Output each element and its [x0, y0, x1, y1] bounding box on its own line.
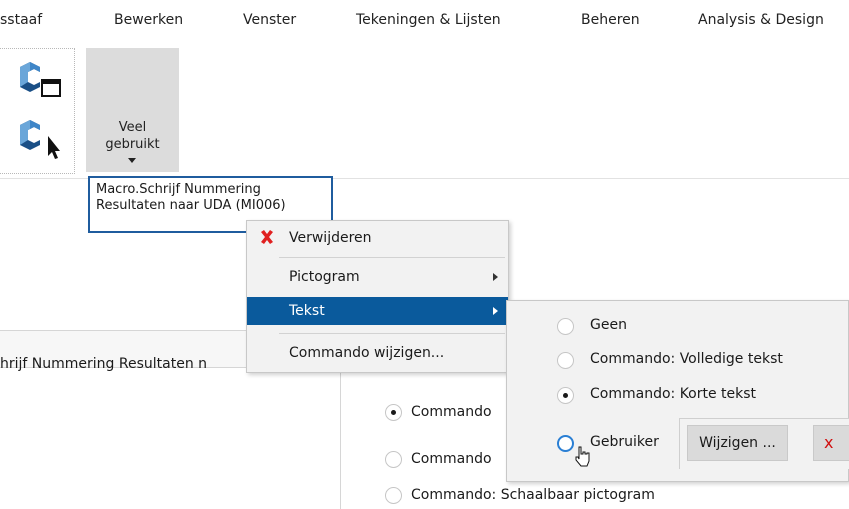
panel-option-radio-2[interactable] — [385, 404, 402, 421]
wijzigen-button[interactable]: Wijzigen ... — [687, 425, 788, 461]
menu-item-tekst-label: Tekst — [289, 303, 325, 319]
radio-geen[interactable] — [557, 318, 574, 335]
tab-venster[interactable]: Venster — [243, 12, 296, 28]
menu-separator — [279, 333, 505, 334]
menu-item-pictogram[interactable]: Pictogram — [247, 263, 508, 291]
tooltip-line1: Macro.Schrijf Nummering — [96, 182, 261, 197]
radio-volledige-tekst-label: Commando: Volledige tekst — [590, 351, 783, 367]
radio-gebruiker[interactable] — [557, 435, 574, 452]
chevron-right-icon — [493, 273, 498, 281]
radio-korte-tekst-label: Commando: Korte tekst — [590, 386, 757, 402]
macro-window-icon[interactable] — [18, 58, 62, 100]
panel-option-radio-4[interactable] — [385, 487, 402, 504]
radio-korte-tekst[interactable] — [557, 387, 574, 404]
veel-label-line1: Veel — [118, 120, 147, 135]
menu-item-verwijderen[interactable]: Verwijderen — [247, 224, 508, 252]
menu-item-pictogram-label: Pictogram — [289, 269, 360, 285]
context-menu: Verwijderen Pictogram Tekst Commando wij… — [246, 220, 509, 373]
tekst-submenu: Geen Commando: Volledige tekst Commando:… — [506, 300, 849, 482]
tooltip-line2: Resultaten naar UDA (MI006) — [96, 198, 286, 213]
panel-option-label-4: Commando: Schaalbaar pictogram — [411, 487, 655, 503]
macro-cursor-icon[interactable] — [18, 116, 62, 168]
tab-tekeningen-lijsten[interactable]: Tekeningen & Lijsten — [356, 12, 501, 28]
radio-geen-label: Geen — [590, 317, 627, 333]
veel-label-line2: gebruikt — [105, 137, 160, 152]
tab-beheren[interactable]: Beheren — [581, 12, 640, 28]
tab-bewerken[interactable]: Bewerken — [114, 12, 183, 28]
tab-beam[interactable]: sstaaf — [0, 12, 42, 28]
panel-option-label-2: Commando — [411, 404, 492, 420]
chevron-down-icon — [128, 158, 136, 163]
menu-item-verwijderen-label: Verwijderen — [289, 230, 372, 246]
command-field-text: hrijf Nummering Resultaten n — [0, 356, 208, 372]
menu-item-commando-wijzigen[interactable]: Commando wijzigen... — [247, 339, 508, 367]
mouse-cursor-icon — [573, 446, 593, 472]
red-x-icon — [259, 229, 275, 245]
veel-gebruikt-button[interactable]: Veel gebruikt — [86, 48, 179, 172]
chevron-right-icon — [493, 307, 498, 315]
panel-option-radio-3[interactable] — [385, 451, 402, 468]
ribbon-tab-bar: sstaaf Bewerken Venster Tekeningen & Lij… — [0, 0, 849, 44]
menu-item-tekst[interactable]: Tekst — [247, 297, 508, 325]
tab-analysis-design[interactable]: Analysis & Design — [698, 12, 824, 28]
radio-gebruiker-label: Gebruiker — [590, 434, 659, 450]
menu-separator — [279, 257, 505, 258]
radio-volledige-tekst[interactable] — [557, 352, 574, 369]
panel-option-label-3: Commando — [411, 451, 492, 467]
menu-item-commando-wijzigen-label: Commando wijzigen... — [289, 345, 445, 361]
delete-icon[interactable]: x — [813, 425, 849, 461]
